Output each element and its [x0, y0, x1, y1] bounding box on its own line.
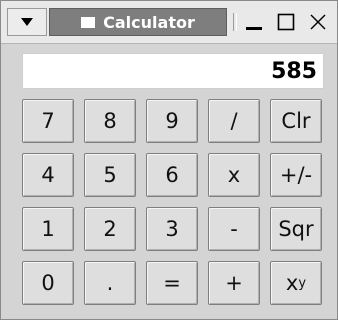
window-menu-button[interactable] — [7, 8, 47, 36]
key-5[interactable]: 5 — [84, 153, 136, 197]
minimize-icon — [246, 27, 262, 30]
window-title-tab[interactable]: Calculator — [49, 8, 227, 36]
key-6[interactable]: 6 — [146, 153, 198, 197]
key-subtract[interactable]: - — [208, 207, 260, 251]
title-separator — [233, 13, 237, 31]
key-power[interactable]: xy — [270, 261, 322, 305]
key-decimal[interactable]: . — [84, 261, 136, 305]
window-title: Calculator — [103, 12, 195, 32]
calculator-window: Calculator 585 7 8 9 / Clr 4 5 6 x +/- 1… — [0, 0, 338, 320]
app-icon — [81, 16, 96, 28]
minimize-button[interactable] — [241, 9, 267, 35]
result-display: 585 — [22, 53, 324, 89]
maximize-icon — [277, 13, 295, 31]
keypad: 7 8 9 / Clr 4 5 6 x +/- 1 2 3 - Sqr 0 . … — [22, 99, 326, 305]
maximize-button[interactable] — [273, 9, 299, 35]
key-0[interactable]: 0 — [22, 261, 74, 305]
key-negate[interactable]: +/- — [270, 153, 322, 197]
key-4[interactable]: 4 — [22, 153, 74, 197]
key-power-exponent: y — [298, 275, 307, 291]
key-2[interactable]: 2 — [84, 207, 136, 251]
key-add[interactable]: + — [208, 261, 260, 305]
key-1[interactable]: 1 — [22, 207, 74, 251]
key-3[interactable]: 3 — [146, 207, 198, 251]
key-clear[interactable]: Clr — [270, 99, 322, 143]
key-equals[interactable]: = — [146, 261, 198, 305]
key-multiply[interactable]: x — [208, 153, 260, 197]
key-square-root[interactable]: Sqr — [270, 207, 322, 251]
key-power-base: x — [285, 271, 299, 295]
close-icon — [310, 14, 326, 30]
close-button[interactable] — [305, 9, 331, 35]
display-value: 585 — [271, 58, 317, 84]
key-divide[interactable]: / — [208, 99, 260, 143]
key-8[interactable]: 8 — [84, 99, 136, 143]
triangle-down-icon — [21, 18, 33, 26]
key-9[interactable]: 9 — [146, 99, 198, 143]
key-7[interactable]: 7 — [22, 99, 74, 143]
title-bar[interactable]: Calculator — [1, 1, 337, 44]
